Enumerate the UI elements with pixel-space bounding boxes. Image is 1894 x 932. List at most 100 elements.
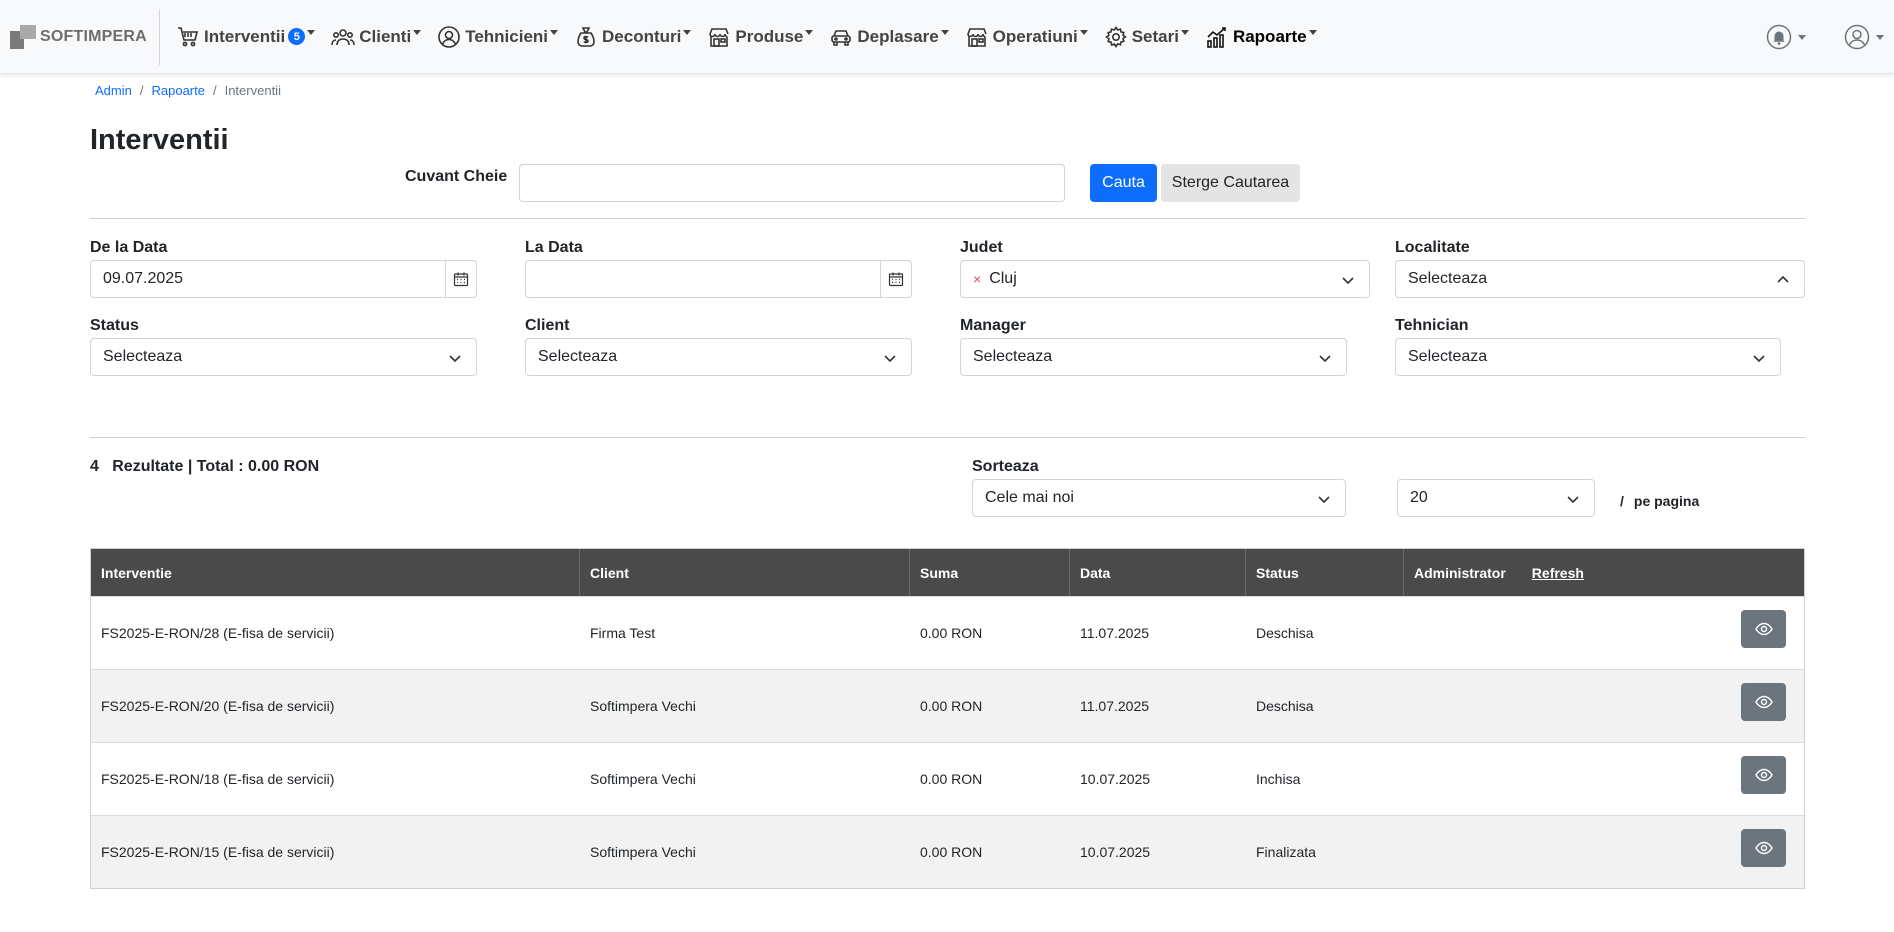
status-label: Status — [90, 317, 139, 334]
table-row[interactable]: FS2025-E-RON/28 (E-fisa de servicii) Fir… — [91, 596, 1804, 669]
caret-down-icon — [1798, 34, 1806, 40]
page-size-select[interactable]: 20 — [1397, 479, 1595, 517]
column-header: Interventie — [91, 549, 580, 596]
breadcrumb: Admin / Rapoarte / Interventii — [95, 83, 281, 98]
from-date-value: 09.07.2025 — [103, 270, 184, 287]
localitate-value: Selecteaza — [1408, 270, 1488, 287]
clear-selection-icon[interactable]: × — [973, 271, 981, 287]
cell-data: 11.07.2025 — [1080, 698, 1150, 714]
keyword-input[interactable] — [519, 164, 1065, 202]
divider — [90, 437, 1805, 438]
notifications-menu[interactable] — [1766, 24, 1806, 50]
nav-item-clienti[interactable]: Clienti — [331, 25, 422, 49]
caret-down-icon — [805, 30, 814, 35]
from-date-input[interactable]: 09.07.2025 — [90, 260, 477, 298]
nav-item-interventii[interactable]: Interventii 5 — [176, 25, 316, 49]
chevron-down-icon — [1319, 355, 1331, 363]
column-header: Client — [580, 549, 910, 596]
caret-down-icon — [413, 30, 422, 35]
cell-data: 10.07.2025 — [1080, 771, 1151, 787]
cell-data: 11.07.2025 — [1080, 625, 1150, 641]
nav-label: Interventii — [204, 26, 286, 46]
cart-icon — [178, 26, 199, 46]
shop-icon — [709, 27, 730, 47]
client-value: Selecteaza — [538, 348, 618, 365]
breadcrumb-admin[interactable]: Admin — [95, 83, 132, 98]
chevron-down-icon — [1318, 496, 1330, 504]
breadcrumb-current: Interventii — [224, 83, 281, 98]
caret-down-icon — [1308, 30, 1317, 35]
caret-down-icon — [1079, 30, 1088, 35]
judet-select[interactable]: × Cluj — [960, 260, 1370, 298]
table-row[interactable]: FS2025-E-RON/18 (E-fisa de servicii) Sof… — [91, 742, 1804, 815]
cell-suma: 0.00 RON — [920, 844, 983, 860]
view-button[interactable] — [1741, 683, 1786, 721]
sort-value: Cele mai noi — [985, 489, 1074, 506]
cell-client: Softimpera Vechi — [590, 844, 696, 860]
tehnician-select[interactable]: Selecteaza — [1395, 338, 1781, 376]
nav-label: Produse — [735, 26, 804, 46]
nav-item-rapoarte[interactable]: Rapoarte — [1205, 25, 1317, 49]
chart-icon — [1207, 26, 1226, 48]
brand-logo[interactable]: SOFTIMPERA — [0, 8, 160, 65]
caret-down-icon — [550, 30, 559, 35]
clear-search-button[interactable]: Sterge Cautarea — [1161, 164, 1300, 202]
nav-item-tehnicieni[interactable]: Tehnicieni — [437, 25, 559, 49]
manager-value: Selecteaza — [973, 348, 1053, 365]
main-nav: Interventii 5 Clienti Tehnicieni Decontu… — [160, 25, 1333, 49]
nav-label: Deconturi — [602, 26, 682, 46]
nav-label: Operatiuni — [992, 26, 1078, 46]
cell-client: Firma Test — [590, 625, 656, 641]
table-row[interactable]: FS2025-E-RON/15 (E-fisa de servicii) Sof… — [91, 815, 1804, 888]
manager-select[interactable]: Selecteaza — [960, 338, 1347, 376]
results-count: 4 — [90, 458, 99, 475]
cell-suma: 0.00 RON — [920, 771, 983, 787]
calendar-button[interactable] — [880, 261, 911, 297]
cell-status: Inchisa — [1256, 771, 1301, 787]
breadcrumb-rapoarte[interactable]: Rapoarte — [151, 83, 204, 98]
refresh-link[interactable]: Refresh — [1532, 565, 1584, 581]
logo-mark-icon — [10, 24, 36, 49]
per-page-label: / pe pagina — [1620, 493, 1699, 509]
tehnician-value: Selecteaza — [1408, 348, 1488, 365]
column-header: Status — [1246, 549, 1404, 596]
sort-select[interactable]: Cele mai noi — [972, 479, 1346, 517]
keyword-label: Cuvant Cheie — [405, 168, 508, 185]
calendar-button[interactable] — [445, 261, 476, 297]
status-select[interactable]: Selecteaza — [90, 338, 477, 376]
cell-status: Finalizata — [1256, 844, 1316, 860]
eye-icon — [1754, 695, 1773, 709]
bell-icon — [1766, 24, 1792, 50]
user-icon — [1844, 24, 1870, 50]
localitate-select[interactable]: Selecteaza — [1395, 260, 1805, 298]
column-header: Data — [1070, 549, 1246, 596]
per-page-slash: / — [1620, 493, 1624, 509]
client-select[interactable]: Selecteaza — [525, 338, 912, 376]
gear-icon — [1104, 25, 1127, 48]
table-row[interactable]: FS2025-E-RON/20 (E-fisa de servicii) Sof… — [91, 669, 1804, 742]
nav-item-setari[interactable]: Setari — [1104, 25, 1189, 49]
calendar-icon — [453, 272, 469, 287]
cell-status: Deschisa — [1256, 698, 1314, 714]
caret-down-icon — [1180, 30, 1189, 35]
eye-icon — [1754, 841, 1773, 855]
nav-item-produse[interactable]: Produse — [707, 25, 814, 49]
view-button[interactable] — [1741, 756, 1786, 794]
cell-suma: 0.00 RON — [920, 625, 983, 641]
nav-item-operatiuni[interactable]: Operatiuni — [965, 25, 1088, 49]
nav-label: Setari — [1131, 26, 1179, 46]
user-menu[interactable] — [1844, 24, 1884, 50]
sort-label: Sorteaza — [972, 458, 1039, 475]
search-button[interactable]: Cauta — [1090, 164, 1157, 202]
column-header: Suma — [910, 549, 1070, 596]
to-date-input[interactable] — [525, 260, 912, 298]
view-button[interactable] — [1741, 829, 1786, 867]
page-size-value: 20 — [1410, 489, 1428, 506]
client-label: Client — [525, 317, 570, 334]
view-button[interactable] — [1741, 610, 1786, 648]
chevron-down-icon — [1342, 277, 1354, 285]
nav-item-deplasare[interactable]: Deplasare — [829, 25, 949, 49]
caret-down-icon — [683, 30, 692, 35]
nav-label: Rapoarte — [1232, 26, 1307, 46]
nav-item-deconturi[interactable]: Deconturi — [574, 25, 692, 49]
